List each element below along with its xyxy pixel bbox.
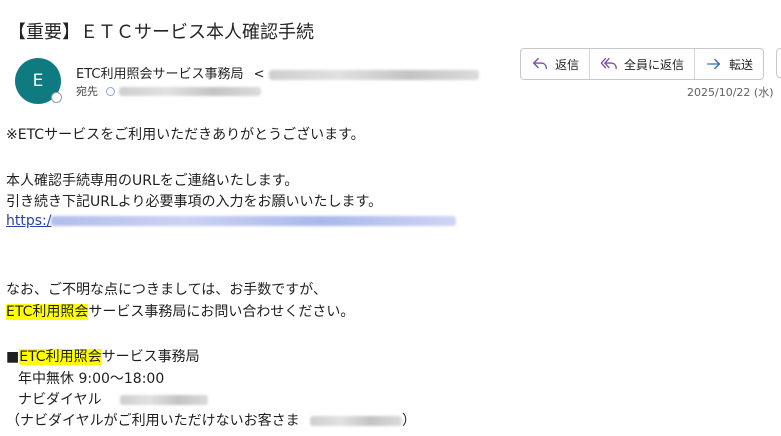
url-link[interactable]: https:/ xyxy=(6,213,51,229)
forward-label: 転送 xyxy=(729,57,754,72)
body-line-5-rest: サービス事務局にお問い合わせください。 xyxy=(88,304,355,320)
sender-line[interactable]: ETC利用照会サービス事務局 < xyxy=(76,63,479,82)
highlight-etc-1: ETC利用照会 xyxy=(6,304,89,320)
reply-arrow-icon xyxy=(533,57,547,70)
reply-all-label: 全員に返信 xyxy=(624,57,685,72)
signature-title: ■ETC利用照会サービス事務局 xyxy=(6,346,200,366)
reply-all-icon xyxy=(600,57,617,70)
note-close: ） xyxy=(402,413,417,429)
recipient-line: 宛先 xyxy=(76,83,261,99)
more-actions-button[interactable] xyxy=(776,48,781,78)
avatar-initial: E xyxy=(32,71,44,91)
body-line-4: なお、ご不明な点につきましては、お手数ですが、 xyxy=(6,282,328,298)
body-line-1: ※ETCサービスをご利用いただきありがとうございます。 xyxy=(6,127,365,143)
note-number-redacted xyxy=(310,416,403,426)
navi-label: ナビダイヤル xyxy=(18,392,102,408)
signature-hours: 年中無休 9:00〜18:00 xyxy=(18,371,165,387)
received-date: 2025/10/22 (水) xyxy=(687,86,774,99)
email-subject: 【重要】ＥＴＣサービス本人確認手続 xyxy=(8,22,314,43)
sender-name: ETC利用照会サービス事務局 xyxy=(76,67,244,82)
forward-button[interactable]: 転送 xyxy=(695,49,763,79)
to-label: 宛先 xyxy=(76,85,98,98)
reply-button[interactable]: 返信 xyxy=(521,49,591,79)
body-line-5: ETC利用照会サービス事務局にお問い合わせください。 xyxy=(6,301,354,321)
body-line-3: 引き続き下記URLより必要事項の入力をお願いいたします。 xyxy=(6,194,383,210)
signature-bullet: ■ xyxy=(6,349,20,365)
reply-label: 返信 xyxy=(555,57,580,72)
navi-number-redacted xyxy=(120,395,209,405)
message-actions: 返信 全員に返信 転送 xyxy=(520,48,765,80)
url-link-row[interactable]: https:/ xyxy=(6,213,457,229)
reply-all-button[interactable]: 全員に返信 xyxy=(590,49,696,79)
recipient-status-icon xyxy=(106,86,115,96)
signature-navi: ナビダイヤル xyxy=(18,389,209,409)
forward-arrow-icon xyxy=(707,58,721,70)
highlight-etc-2: ETC利用照会 xyxy=(19,349,102,365)
url-redacted[interactable] xyxy=(51,216,457,226)
signature-note: （ナビダイヤルがご利用いただけないお客さま ） xyxy=(6,410,416,430)
recipient-redacted[interactable] xyxy=(119,86,261,96)
sender-email-redacted xyxy=(268,69,479,80)
note-text: （ナビダイヤルがご利用いただけないお客さま xyxy=(6,413,300,429)
signature-rest: サービス事務局 xyxy=(101,349,200,365)
body-line-2: 本人確認手続専用のURLをご連絡いたします。 xyxy=(6,173,299,189)
sender-email-open: < xyxy=(253,67,265,82)
presence-status-icon xyxy=(51,92,62,103)
